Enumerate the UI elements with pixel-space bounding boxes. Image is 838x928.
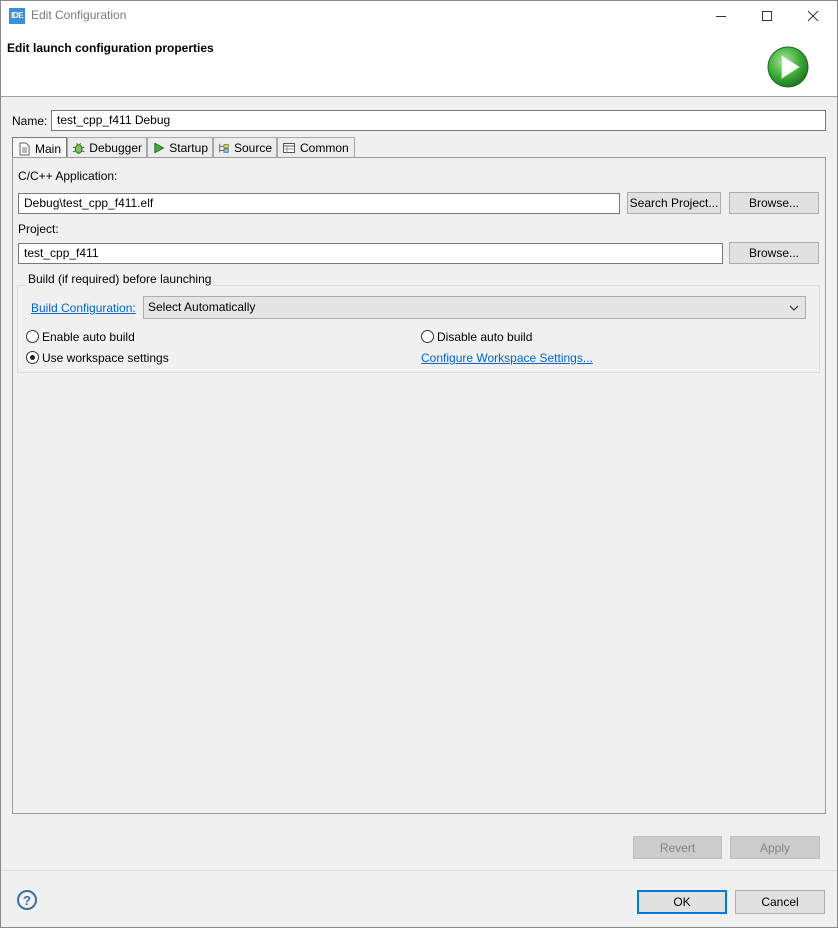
- tab-common-label: Common: [300, 141, 349, 155]
- tab-debugger-label: Debugger: [89, 141, 142, 155]
- build-group-title: Build (if required) before launching: [26, 272, 214, 286]
- help-icon[interactable]: ?: [17, 890, 37, 910]
- maximize-button[interactable]: [744, 1, 790, 30]
- disable-auto-build-radio[interactable]: [421, 330, 434, 343]
- name-input[interactable]: test_cpp_f411 Debug: [51, 110, 826, 131]
- apply-button[interactable]: Apply: [730, 836, 820, 859]
- ok-button[interactable]: OK: [637, 890, 727, 914]
- browse-application-button[interactable]: Browse...: [729, 192, 819, 214]
- tab-source[interactable]: Source: [213, 137, 277, 158]
- configure-workspace-settings-link[interactable]: Configure Workspace Settings...: [421, 351, 593, 365]
- enable-auto-build-radio[interactable]: [26, 330, 39, 343]
- disable-auto-build-label: Disable auto build: [437, 330, 533, 344]
- application-label: C/C++ Application:: [18, 169, 118, 183]
- document-icon: [19, 142, 30, 155]
- window-title: Edit Configuration: [31, 8, 127, 22]
- browse-project-button[interactable]: Browse...: [729, 242, 819, 264]
- build-configuration-value: Select Automatically: [148, 300, 256, 314]
- use-workspace-settings-label: Use workspace settings: [42, 351, 169, 365]
- minimize-icon: [716, 15, 726, 17]
- use-workspace-settings-radio[interactable]: [26, 351, 39, 364]
- project-label: Project:: [18, 222, 59, 236]
- footer-divider: [1, 870, 837, 871]
- play-icon: [154, 142, 165, 154]
- bug-icon: [72, 143, 85, 154]
- cancel-button[interactable]: Cancel: [735, 890, 825, 914]
- revert-button[interactable]: Revert: [633, 836, 722, 859]
- application-input[interactable]: Debug\test_cpp_f411.elf: [18, 193, 620, 214]
- source-icon: [219, 143, 229, 153]
- table-icon: [283, 143, 295, 153]
- build-configuration-select[interactable]: Select Automatically: [143, 296, 806, 319]
- close-button[interactable]: [790, 1, 836, 30]
- chevron-down-icon: [789, 305, 799, 311]
- minimize-button[interactable]: [698, 1, 744, 30]
- tab-main-label: Main: [35, 141, 62, 156]
- tab-startup-label: Startup: [169, 141, 208, 155]
- app-icon: IDE: [9, 8, 25, 24]
- maximize-icon: [762, 10, 772, 21]
- header-title: Edit launch configuration properties: [7, 41, 214, 55]
- build-configuration-link[interactable]: Build Configuration:: [31, 301, 136, 315]
- tab-debugger[interactable]: Debugger: [67, 137, 147, 158]
- close-icon: [807, 10, 819, 21]
- tab-main[interactable]: Main: [12, 137, 67, 159]
- tab-source-label: Source: [233, 141, 272, 155]
- project-input[interactable]: test_cpp_f411: [18, 243, 723, 264]
- search-project-button[interactable]: Search Project...: [627, 192, 721, 214]
- name-label: Name:: [12, 114, 48, 128]
- enable-auto-build-label: Enable auto build: [42, 330, 135, 344]
- tab-startup[interactable]: Startup: [147, 137, 213, 158]
- run-icon: [767, 46, 809, 88]
- tab-common[interactable]: Common: [277, 137, 355, 158]
